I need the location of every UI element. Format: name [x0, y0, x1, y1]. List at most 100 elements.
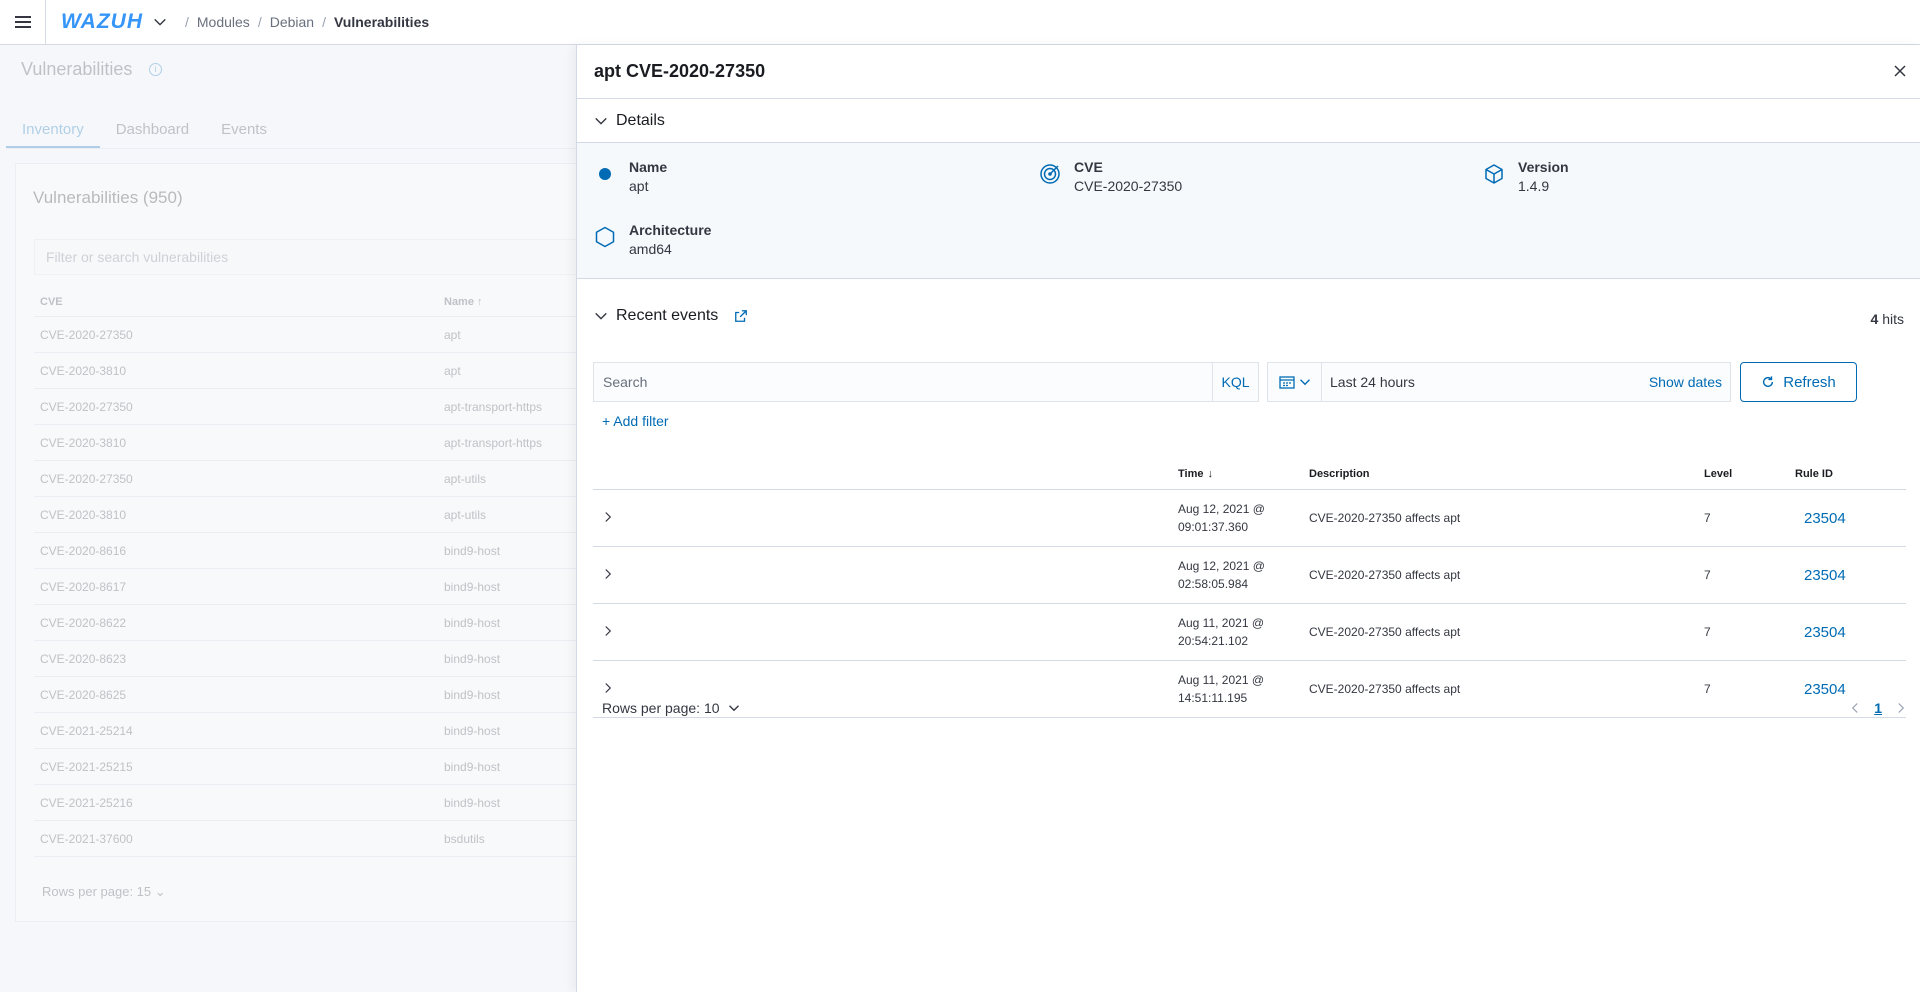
level-cell: 7: [1704, 625, 1711, 639]
level-cell: 7: [1704, 511, 1711, 525]
description-cell: CVE-2020-27350 affects apt: [1309, 511, 1461, 525]
panel-title: Vulnerabilities (950): [33, 188, 183, 207]
cve-cell: CVE-2020-3810: [40, 363, 127, 378]
time-cell: Aug 12, 2021 @02:58:05.984: [1178, 559, 1265, 591]
rule-id-link[interactable]: 23504: [1795, 510, 1846, 527]
rule-id-link[interactable]: 23504: [1795, 567, 1846, 584]
name-cell: bind9-host: [444, 543, 501, 558]
recent-events-toggle[interactable]: Recent events: [594, 307, 748, 325]
calendar-icon: [1278, 376, 1295, 389]
cve-cell: CVE-2020-27350: [40, 399, 133, 414]
info-icon: i: [149, 63, 162, 76]
level-cell: 7: [1704, 568, 1711, 582]
cve-cell: CVE-2020-8616: [40, 543, 127, 558]
radar-icon: [1040, 164, 1060, 184]
column-header-rule-id[interactable]: Rule ID: [1795, 468, 1906, 480]
cve-cell: CVE-2020-3810: [40, 507, 127, 522]
vulnerabilities-table: CVE Name ↑ CVE-2020-27350 apt CVE-2020-381…: [34, 287, 578, 857]
cve-value: CVE-2020-27350: [1074, 178, 1183, 194]
breadcrumb-modules[interactable]: Modules: [197, 14, 250, 30]
chevron-right-icon[interactable]: [603, 625, 613, 637]
tab-events[interactable]: Events: [205, 113, 283, 148]
chevron-down-icon: [728, 705, 739, 712]
table-row[interactable]: CVE-2020-3810 apt-transport-https: [34, 425, 578, 461]
package-icon: [1485, 164, 1503, 184]
name-cell: bind9-host: [444, 579, 501, 594]
table-row[interactable]: CVE-2021-25214 bind9-host: [34, 713, 578, 749]
cve-cell: CVE-2020-27350: [40, 471, 133, 486]
table-row: Aug 12, 2021 @09:01:37.360 CVE-2020-27350…: [593, 490, 1906, 547]
tab-inventory[interactable]: Inventory: [6, 113, 100, 148]
calendar-quick-menu-button[interactable]: [1268, 363, 1322, 401]
column-header-level[interactable]: Level: [1704, 468, 1795, 480]
table-row[interactable]: CVE-2020-8625 bind9-host: [34, 677, 578, 713]
add-filter-button[interactable]: + Add filter: [602, 413, 669, 429]
column-header-description[interactable]: Description: [1309, 468, 1704, 480]
vulnerabilities-search-input[interactable]: Filter or search vulnerabilities: [34, 239, 578, 275]
rule-id-link[interactable]: 23504: [1795, 624, 1846, 641]
chevron-right-icon[interactable]: [603, 511, 613, 523]
refresh-button[interactable]: Refresh: [1740, 362, 1857, 402]
table-row[interactable]: CVE-2020-8616 bind9-host: [34, 533, 578, 569]
table-row[interactable]: CVE-2020-27350 apt-transport-https: [34, 389, 578, 425]
rows-per-page-selector[interactable]: Rows per page: 10: [602, 700, 740, 716]
details-section-toggle[interactable]: Details: [577, 99, 1920, 143]
chevron-down-icon: [595, 312, 607, 320]
breadcrumb-debian[interactable]: Debian: [270, 14, 314, 30]
cve-cell: CVE-2020-27350: [40, 327, 133, 342]
table-row[interactable]: CVE-2020-8622 bind9-host: [34, 605, 578, 641]
table-row[interactable]: CVE-2020-3810 apt-utils: [34, 497, 578, 533]
cve-cell: CVE-2020-8623: [40, 651, 127, 666]
chevron-down-icon[interactable]: [153, 15, 167, 29]
chevron-right-icon[interactable]: [603, 682, 613, 694]
show-dates-button[interactable]: Show dates: [1649, 374, 1730, 390]
hamburger-menu-icon[interactable]: [0, 0, 46, 44]
description-cell: CVE-2020-27350 affects apt: [1309, 682, 1461, 696]
table-row[interactable]: CVE-2020-8623 bind9-host: [34, 641, 578, 677]
architecture-label: Architecture: [629, 222, 712, 238]
table-row[interactable]: CVE-2021-37600 bsdutils: [34, 821, 578, 857]
kql-toggle-button[interactable]: KQL: [1212, 363, 1258, 401]
details-label: Details: [616, 111, 665, 129]
cve-cell: CVE-2021-25215: [40, 759, 133, 774]
table-row[interactable]: CVE-2020-8617 bind9-host: [34, 569, 578, 605]
wazuh-logo[interactable]: WAZUH: [61, 10, 143, 34]
rows-per-page-selector[interactable]: Rows per page: 15 ⌄: [42, 884, 166, 900]
chevron-right-icon[interactable]: [1896, 702, 1906, 714]
name-cell: apt: [444, 363, 461, 378]
name-cell: bind9-host: [444, 795, 501, 810]
detail-version: Version 1.4.9: [1483, 158, 1569, 196]
table-row[interactable]: CVE-2020-27350 apt-utils: [34, 461, 578, 497]
date-range-label[interactable]: Last 24 hours: [1322, 374, 1649, 390]
external-link-icon[interactable]: [734, 309, 748, 323]
table-row[interactable]: CVE-2020-27350 apt: [34, 317, 578, 353]
chevron-right-icon[interactable]: [603, 568, 613, 580]
table-row[interactable]: CVE-2020-3810 apt: [34, 353, 578, 389]
dot-icon: [599, 168, 611, 180]
detail-cve: CVE CVE-2020-27350: [1039, 158, 1182, 196]
name-value: apt: [629, 178, 649, 194]
cve-cell: CVE-2020-8625: [40, 687, 127, 702]
close-icon[interactable]: [1892, 63, 1908, 79]
column-header-name[interactable]: Name ↑: [444, 296, 578, 308]
cve-cell: CVE-2020-8622: [40, 615, 127, 630]
cve-cell: CVE-2021-25214: [40, 723, 133, 738]
refresh-icon: [1763, 376, 1774, 388]
name-cell: apt: [444, 327, 461, 342]
table-row[interactable]: CVE-2021-25215 bind9-host: [34, 749, 578, 785]
page-number[interactable]: 1: [1874, 700, 1882, 716]
chevron-left-icon[interactable]: [1850, 702, 1860, 714]
detail-architecture: Architecture amd64: [594, 221, 711, 259]
tab-dashboard[interactable]: Dashboard: [100, 113, 205, 148]
hits-count: 4 hits: [1870, 311, 1904, 327]
description-cell: CVE-2020-27350 affects apt: [1309, 625, 1461, 639]
events-search-input[interactable]: Search KQL: [593, 362, 1259, 402]
table-row: Aug 12, 2021 @02:58:05.984 CVE-2020-27350…: [593, 547, 1906, 604]
breadcrumb: / Modules / Debian / Vulnerabilities: [185, 14, 430, 30]
time-cell: Aug 11, 2021 @20:54:21.102: [1178, 616, 1265, 648]
rule-id-link[interactable]: 23504: [1795, 681, 1846, 698]
cve-label: CVE: [1074, 159, 1103, 175]
column-header-time[interactable]: Time ↓: [1178, 465, 1309, 483]
column-header-cve[interactable]: CVE: [34, 296, 444, 308]
table-row[interactable]: CVE-2021-25216 bind9-host: [34, 785, 578, 821]
